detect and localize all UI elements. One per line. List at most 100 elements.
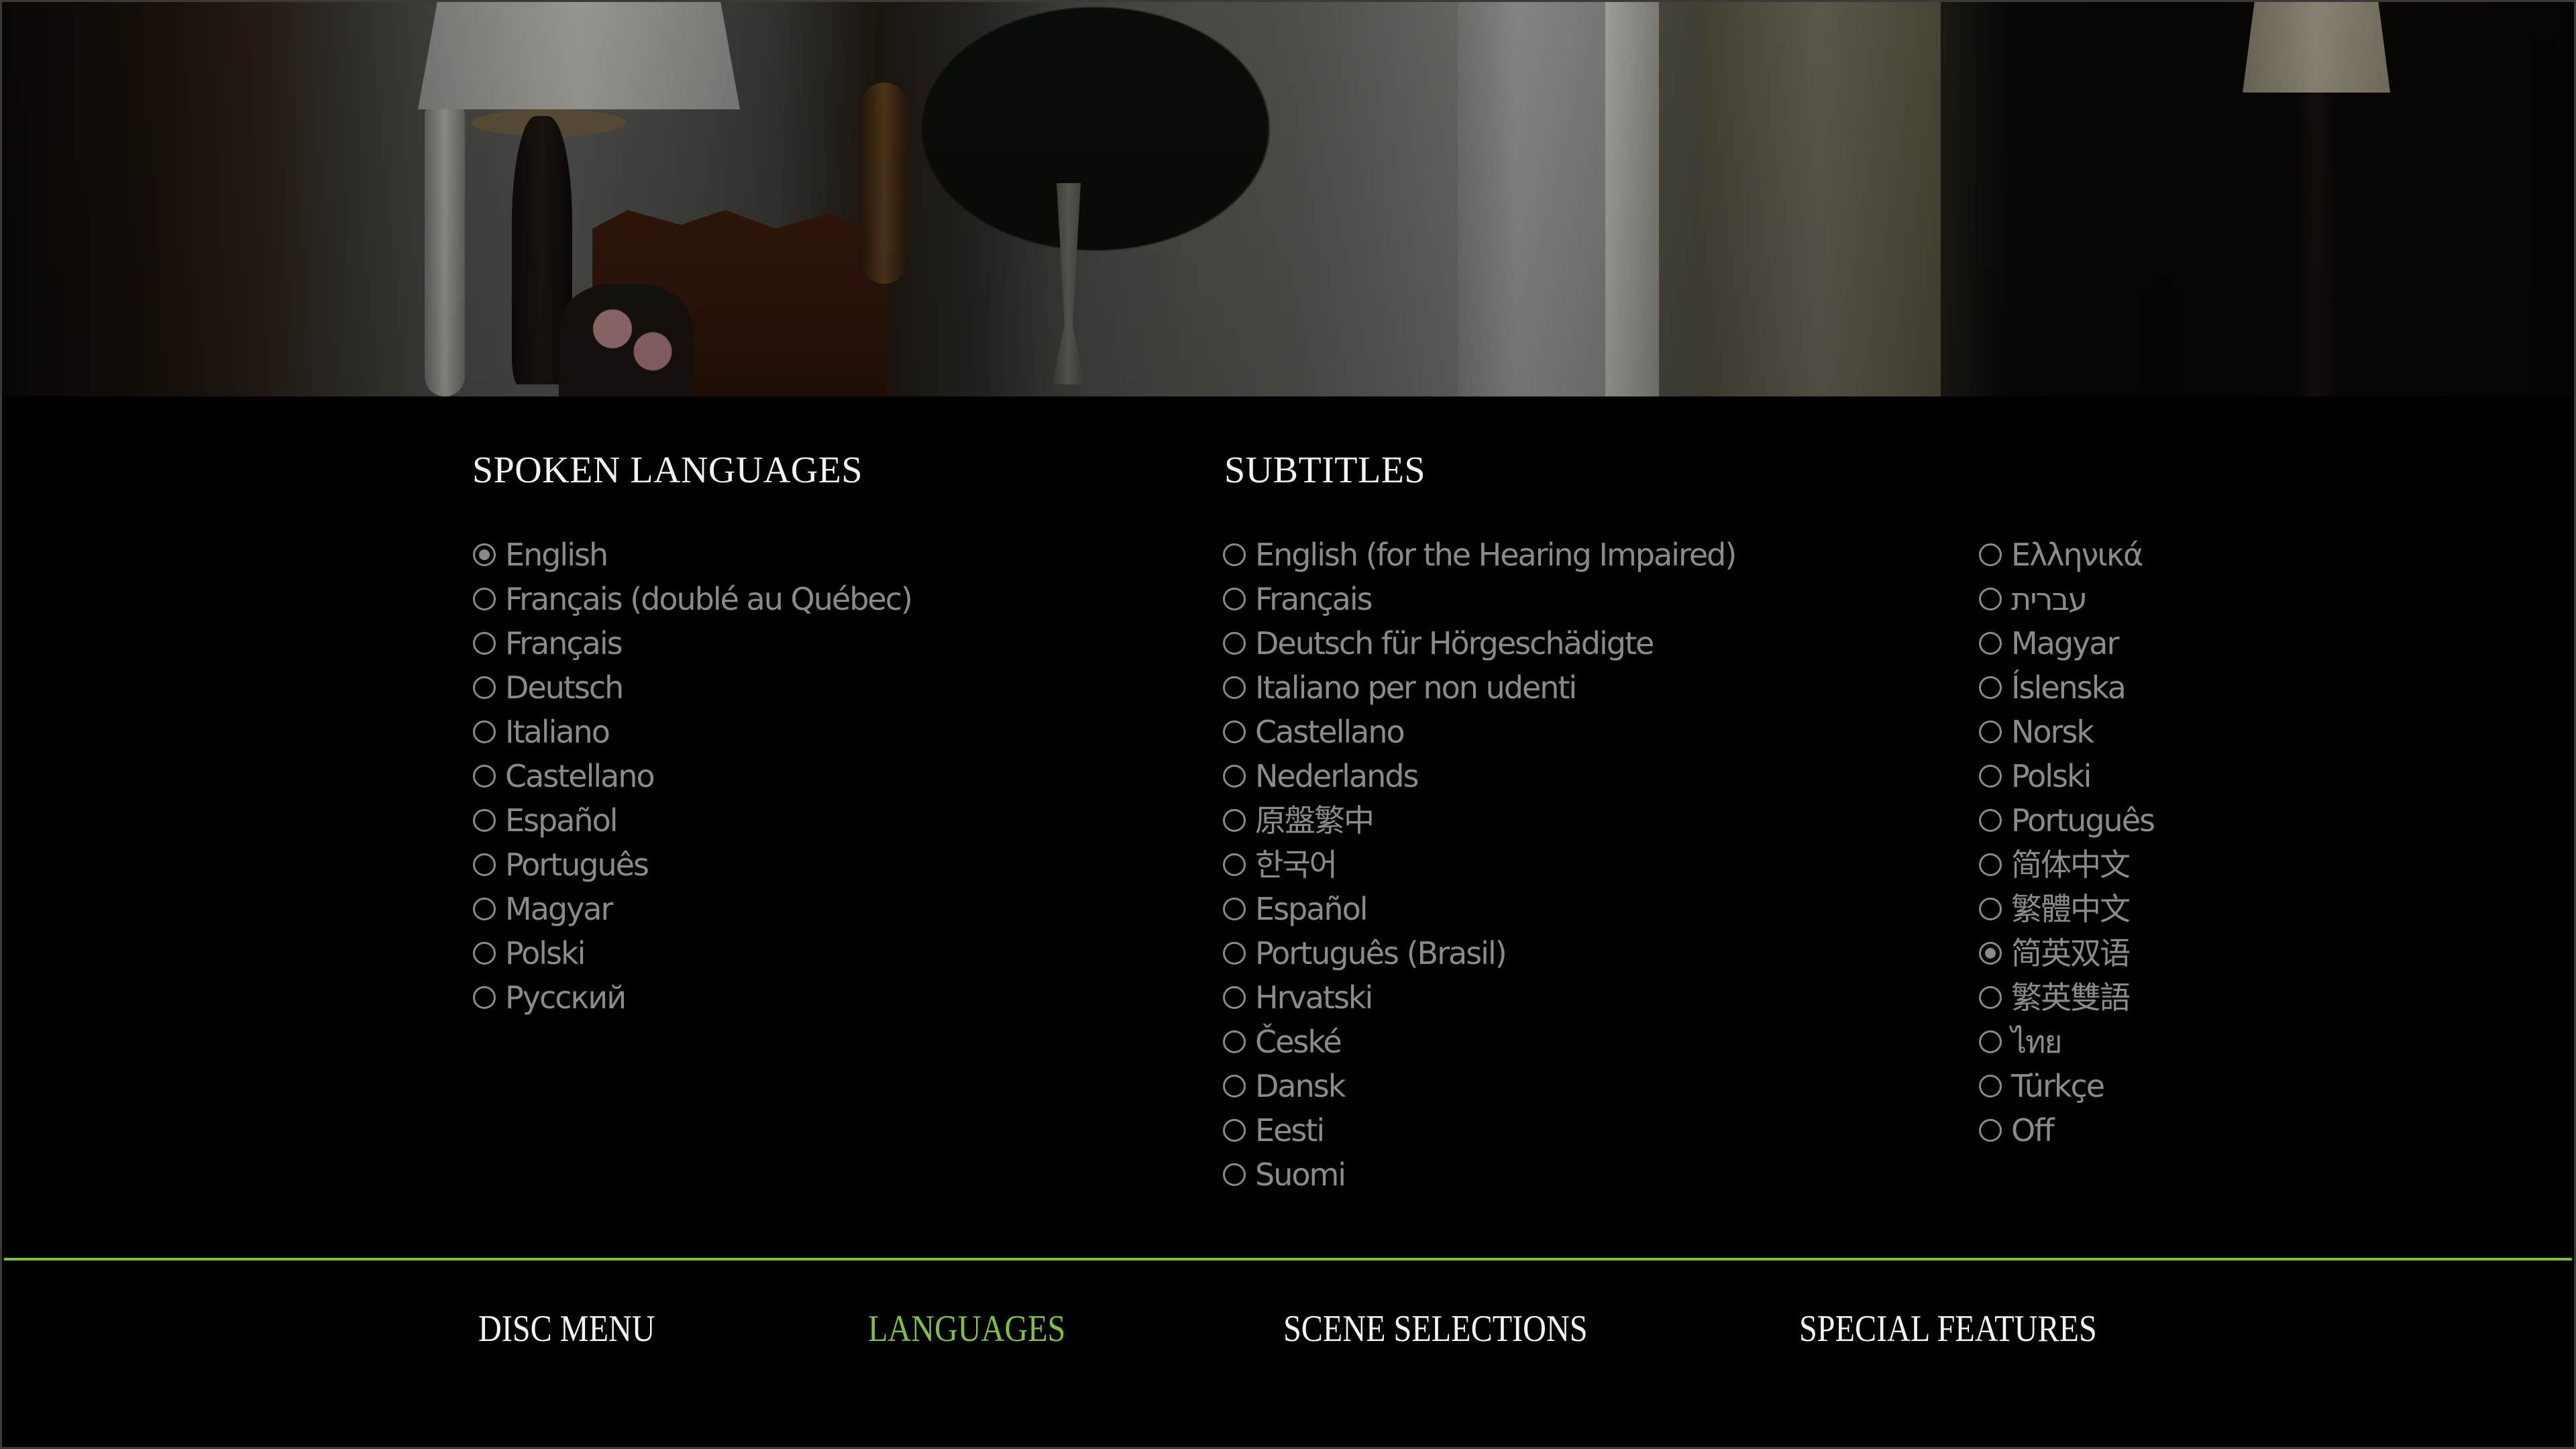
language-option[interactable]: Dansk	[1223, 1064, 1735, 1108]
radio-unselected-icon[interactable]	[1223, 1119, 1246, 1142]
language-option-label: 繁體中文	[2011, 891, 2131, 927]
radio-unselected-icon[interactable]	[473, 632, 496, 655]
language-option-label: Nederlands	[1255, 758, 1419, 794]
language-option[interactable]: Deutsch für Hörgeschädigte	[1223, 621, 1735, 665]
language-option[interactable]: Русский	[473, 975, 912, 1020]
language-option-label: Off	[2011, 1112, 2055, 1148]
radio-unselected-icon[interactable]	[473, 853, 496, 876]
radio-unselected-icon[interactable]	[1979, 986, 2002, 1009]
language-option-label: Deutsch für Hörgeschädigte	[1255, 625, 1654, 661]
language-option[interactable]: 原盤繁中	[1223, 798, 1735, 843]
language-option[interactable]: 繁體中文	[1979, 887, 2154, 931]
radio-unselected-icon[interactable]	[1223, 676, 1246, 699]
radio-unselected-icon[interactable]	[1223, 765, 1246, 788]
radio-unselected-icon[interactable]	[1223, 632, 1246, 655]
language-option[interactable]: Français	[1223, 577, 1735, 621]
language-option[interactable]: Español	[473, 798, 912, 843]
radio-unselected-icon[interactable]	[473, 720, 496, 743]
radio-unselected-icon[interactable]	[473, 942, 496, 965]
language-option[interactable]: Español	[1223, 887, 1735, 931]
radio-unselected-icon[interactable]	[473, 765, 496, 788]
language-option[interactable]: 简体中文	[1979, 843, 2154, 887]
radio-unselected-icon[interactable]	[1979, 809, 2002, 832]
radio-unselected-icon[interactable]	[1979, 588, 2002, 610]
radio-unselected-icon[interactable]	[473, 898, 496, 920]
radio-unselected-icon[interactable]	[1223, 1030, 1246, 1053]
language-option[interactable]: Português (Brasil)	[1223, 931, 1735, 975]
language-option[interactable]: Nederlands	[1223, 754, 1735, 798]
radio-unselected-icon[interactable]	[1223, 720, 1246, 743]
language-option[interactable]: Castellano	[473, 754, 912, 798]
radio-unselected-icon[interactable]	[1223, 898, 1246, 920]
language-option[interactable]: Hrvatski	[1223, 975, 1735, 1020]
radio-unselected-icon[interactable]	[1223, 588, 1246, 610]
language-option-label: English	[505, 537, 608, 573]
radio-unselected-icon[interactable]	[1979, 543, 2002, 566]
language-option[interactable]: Português	[473, 843, 912, 887]
radio-unselected-icon[interactable]	[1223, 809, 1246, 832]
language-option[interactable]: Polski	[473, 931, 912, 975]
language-option-label: Hrvatski	[1255, 979, 1373, 1016]
language-option[interactable]: 繁英雙語	[1979, 975, 2154, 1020]
radio-unselected-icon[interactable]	[1223, 853, 1246, 876]
nav-disc-menu[interactable]: DISC MENU	[478, 1309, 655, 1349]
language-option[interactable]: Ελληνικά	[1979, 533, 2154, 577]
radio-unselected-icon[interactable]	[1979, 720, 2002, 743]
language-option[interactable]: עברית	[1979, 577, 2154, 621]
language-option[interactable]: Português	[1979, 798, 2155, 843]
language-option[interactable]: English	[473, 533, 912, 577]
radio-unselected-icon[interactable]	[473, 588, 496, 610]
radio-unselected-icon[interactable]	[1223, 986, 1246, 1009]
nav-languages[interactable]: LANGUAGES	[868, 1309, 1065, 1349]
language-option-label: Português (Brasil)	[1255, 935, 1507, 971]
language-option[interactable]: 한국어	[1223, 843, 1735, 887]
radio-unselected-icon[interactable]	[1979, 1075, 2002, 1097]
language-option[interactable]: Türkçe	[1979, 1064, 2154, 1108]
language-option[interactable]: Castellano	[1223, 710, 1735, 754]
language-option[interactable]: Suomi	[1223, 1152, 1735, 1197]
radio-unselected-icon[interactable]	[1979, 632, 2002, 655]
radio-unselected-icon[interactable]	[1223, 543, 1246, 566]
radio-unselected-icon[interactable]	[1979, 765, 2002, 788]
radio-unselected-icon[interactable]	[1979, 1119, 2002, 1142]
language-option[interactable]: Norsk	[1979, 710, 2154, 754]
radio-unselected-icon[interactable]	[1979, 853, 2002, 876]
radio-selected-icon[interactable]	[473, 543, 496, 566]
language-option[interactable]: Magyar	[473, 887, 912, 931]
language-option-label: ไทย	[2011, 1024, 2062, 1060]
language-option-label: Suomi	[1255, 1157, 1346, 1193]
language-option[interactable]: Italiano per non udenti	[1223, 665, 1735, 710]
nav-special-features[interactable]: SPECIAL FEATURES	[1799, 1309, 2097, 1349]
language-option[interactable]: Polski	[1979, 754, 2154, 798]
language-option[interactable]: Français (doublé au Québec)	[473, 577, 913, 621]
language-option-label: 한국어	[1255, 847, 1338, 883]
radio-unselected-icon[interactable]	[473, 676, 496, 699]
language-option[interactable]: Magyar	[1979, 621, 2154, 665]
language-option[interactable]: Íslenska	[1979, 665, 2154, 710]
language-option-label: 简英双语	[2011, 935, 2131, 971]
radio-unselected-icon[interactable]	[1979, 676, 2002, 699]
radio-unselected-icon[interactable]	[1223, 942, 1246, 965]
radio-selected-icon[interactable]	[1979, 942, 2002, 965]
nav-scene-selections[interactable]: SCENE SELECTIONS	[1283, 1309, 1588, 1349]
radio-unselected-icon[interactable]	[473, 986, 496, 1009]
language-option[interactable]: 简英双语	[1979, 931, 2154, 975]
language-option[interactable]: Off	[1979, 1108, 2154, 1152]
language-option[interactable]: České	[1223, 1020, 1735, 1064]
radio-unselected-icon[interactable]	[1223, 1075, 1246, 1097]
language-option[interactable]: Français	[473, 621, 912, 665]
language-option[interactable]: Deutsch	[473, 665, 912, 710]
radio-unselected-icon[interactable]	[1223, 1163, 1246, 1186]
language-option[interactable]: Italiano	[473, 710, 912, 754]
radio-unselected-icon[interactable]	[1979, 898, 2002, 920]
language-option-label: Norsk	[2011, 714, 2094, 750]
language-option[interactable]: ไทย	[1979, 1020, 2154, 1064]
language-option[interactable]: English (for the Hearing Impaired)	[1223, 533, 1737, 577]
language-option-label: Português	[505, 847, 649, 883]
language-option-label: Eesti	[1255, 1112, 1325, 1148]
radio-unselected-icon[interactable]	[473, 809, 496, 832]
radio-unselected-icon[interactable]	[1979, 1030, 2002, 1053]
language-option[interactable]: Eesti	[1223, 1108, 1735, 1152]
language-option-label: 繁英雙語	[2011, 979, 2131, 1016]
language-option-label: English (for the Hearing Impaired)	[1255, 537, 1737, 573]
